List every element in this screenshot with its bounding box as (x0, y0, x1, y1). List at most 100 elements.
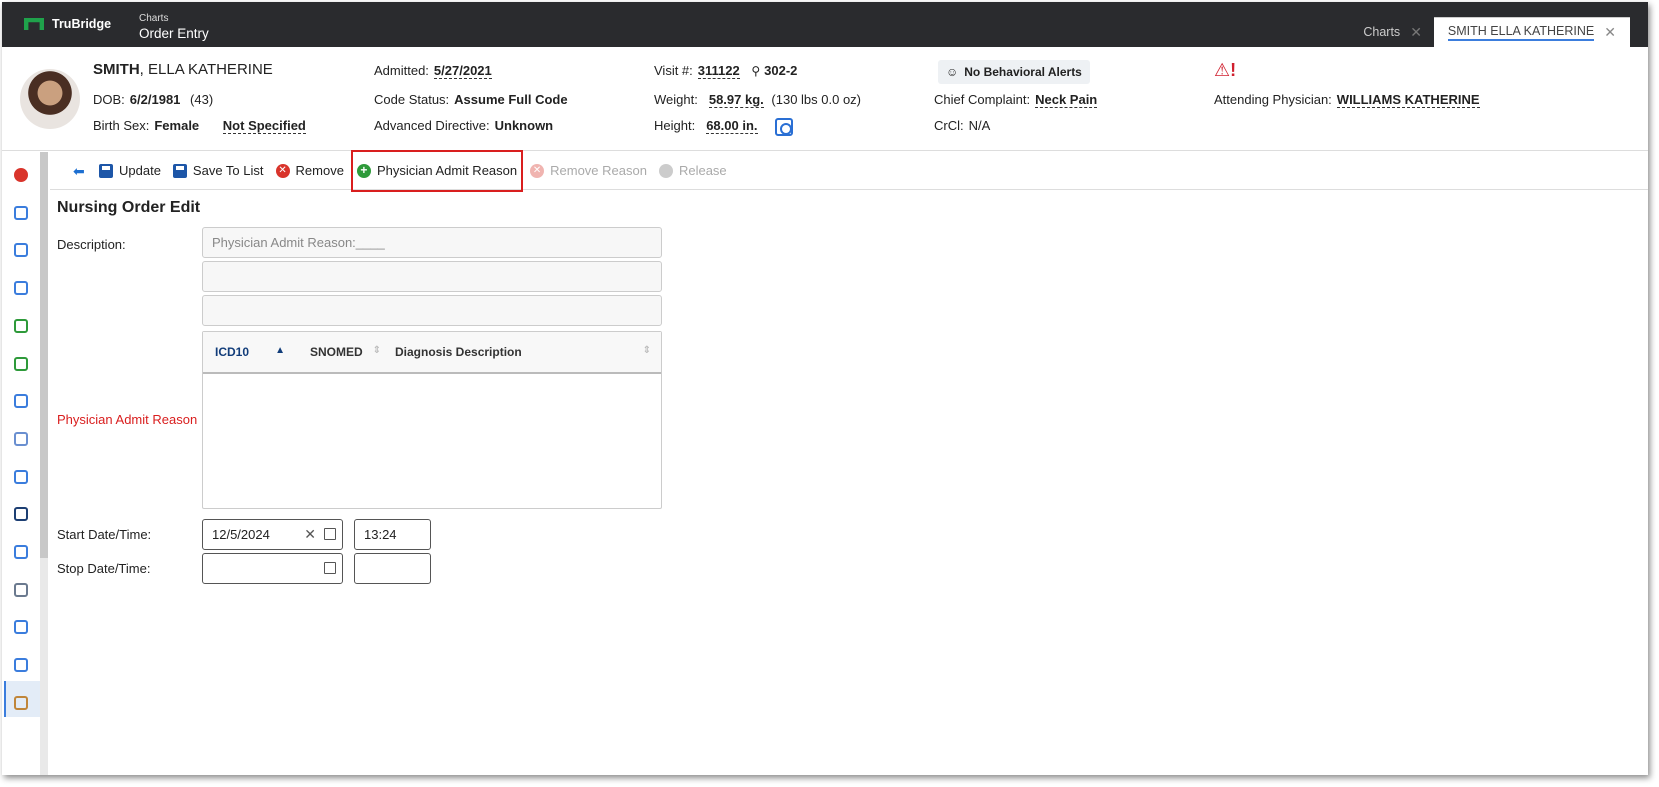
app-title: Charts Order Entry (139, 10, 209, 41)
attending-link[interactable]: WILLIAMS KATHERINE (1336, 92, 1480, 108)
report-icon[interactable] (14, 582, 28, 597)
birth-sex-value: Female (154, 118, 200, 133)
order-icon[interactable] (14, 695, 28, 710)
location-pin-icon: ⚲ (751, 64, 761, 78)
save-to-list-button[interactable]: Save To List (168, 157, 269, 185)
remove-reason-button[interactable]: ✕ Remove Reason (525, 157, 652, 185)
stop-date-input[interactable] (202, 553, 343, 584)
sort-ascending-icon: ▲ (275, 345, 285, 356)
behavioral-alerts-badge[interactable]: ☺ No Behavioral Alerts (938, 60, 1090, 84)
back-button[interactable]: ⬅ (68, 157, 92, 185)
lab-flask-icon[interactable] (14, 205, 28, 220)
update-button[interactable]: Update (94, 157, 166, 185)
tab-patient[interactable]: SMITH ELLA KATHERINE ✕ (1433, 17, 1630, 47)
column-snomed[interactable]: SNOMED ⇕ (299, 345, 395, 359)
description-line-2[interactable] (202, 261, 662, 292)
directive-value: Unknown (494, 118, 554, 133)
allergy-alert-icon[interactable]: ⚠! (1214, 60, 1240, 82)
dob-label: DOB: (93, 92, 125, 107)
palette-icon[interactable] (14, 318, 28, 333)
weight-link[interactable]: 58.97 kg. (708, 92, 764, 108)
attachment-icon[interactable] (14, 658, 28, 673)
sort-icon: ⇕ (372, 345, 381, 356)
column-icd10[interactable]: ICD10 ▲ (203, 345, 299, 359)
description-label: Description: (57, 237, 126, 252)
column-diagnosis-description[interactable]: Diagnosis Description ⇕ (395, 345, 661, 359)
admitted-label: Admitted: (374, 63, 429, 78)
tab-strip: Charts ✕ SMITH ELLA KATHERINE ✕ (1351, 17, 1630, 47)
vitals-icon[interactable] (14, 356, 28, 371)
remove-circle-icon: ✕ (275, 163, 290, 178)
calendar-icon[interactable] (324, 528, 336, 540)
description-line-1[interactable]: Physician Admit Reason:____ (202, 227, 662, 258)
crcl-value: N/A (968, 118, 991, 133)
alert-icon[interactable] (14, 168, 28, 182)
tab-charts-label: Charts (1363, 25, 1401, 39)
checklist-icon[interactable] (14, 243, 28, 258)
calendar-icon[interactable] (324, 562, 336, 574)
visit-label: Visit #: (654, 63, 693, 78)
height-link[interactable]: 68.00 in. (706, 118, 758, 135)
chart-icon[interactable] (14, 620, 28, 635)
crcl-label: CrCl: (934, 118, 964, 133)
start-datetime-label: Start Date/Time: (57, 527, 152, 542)
weight-label: Weight: (654, 92, 698, 107)
physician-admit-reason-button[interactable]: + Physician Admit Reason (350, 149, 524, 192)
visit-link[interactable]: 311122 (697, 63, 740, 79)
tab-charts[interactable]: Charts ✕ (1351, 17, 1434, 47)
document-icon[interactable] (14, 545, 28, 559)
form-title: Nursing Order Edit (57, 199, 201, 216)
close-icon[interactable]: ✕ (1410, 24, 1422, 41)
nurse-icon[interactable] (14, 469, 28, 484)
chief-complaint-link[interactable]: Neck Pain (1035, 92, 1098, 108)
clear-icon[interactable]: ✕ (304, 520, 316, 549)
notes-icon[interactable] (14, 394, 28, 409)
start-date-input[interactable]: 12/5/2024 ✕ (202, 519, 343, 550)
column-icd10-label: ICD10 (215, 345, 250, 359)
room-value: 302-2 (764, 63, 798, 78)
gender-link[interactable]: Not Specified (222, 118, 306, 134)
diagnosis-grid: ICD10 ▲ SNOMED ⇕ Diagnosis Description ⇕ (202, 331, 662, 509)
close-icon[interactable]: ✕ (1604, 24, 1616, 41)
floppy-disk-icon (172, 163, 187, 178)
sidebar-scrollbar[interactable] (40, 152, 48, 558)
patient-avatar (20, 69, 80, 129)
floppy-disk-icon (99, 163, 113, 178)
monitor-icon[interactable] (14, 507, 28, 522)
admitted-link[interactable]: 5/27/2021 (433, 63, 492, 79)
visit-field: Visit #: 311122 ⚲ 302-2 (654, 63, 798, 79)
start-time-input[interactable]: 13:24 (354, 519, 431, 550)
directive-field: Advanced Directive: Unknown (374, 118, 553, 133)
attending-field: Attending Physician: WILLIAMS KATHERINE (1214, 92, 1480, 108)
start-time-value: 13:24 (364, 527, 397, 542)
physician-admit-reason-label: Physician Admit Reason (376, 163, 518, 178)
dob-field: DOB: 6/2/1981 (43) (93, 92, 213, 107)
remove-label: Remove (295, 163, 344, 178)
left-sidebar (2, 152, 48, 775)
patient-name: SMITH, ELLA KATHERINE (93, 61, 273, 78)
trubridge-logo-icon (24, 18, 44, 30)
remove-button[interactable]: ✕ Remove (271, 157, 349, 185)
scale-icon[interactable] (775, 118, 794, 136)
description-line-3[interactable] (202, 295, 662, 326)
column-diagnosis-description-label: Diagnosis Description (395, 345, 522, 359)
directive-label: Advanced Directive: (374, 118, 490, 133)
application-window: TruBridge Charts Order Entry Charts ✕ SM… (2, 2, 1648, 775)
brand-logo[interactable]: TruBridge (24, 17, 111, 31)
stop-datetime-label: Stop Date/Time: (57, 561, 151, 576)
release-label: Release (678, 163, 727, 178)
syringe-icon[interactable] (14, 431, 28, 446)
stop-time-input[interactable] (354, 553, 431, 584)
start-date-value: 12/5/2024 (212, 527, 270, 542)
patient-last-name: SMITH (93, 61, 140, 78)
back-arrow-icon: ⬅ (73, 162, 85, 179)
code-status-label: Code Status: (374, 92, 450, 107)
top-bar: TruBridge Charts Order Entry Charts ✕ SM… (2, 2, 1648, 47)
height-field: Height: 68.00 in. (654, 118, 794, 136)
app-section-label: Charts (139, 13, 169, 24)
release-button[interactable]: Release (654, 157, 732, 185)
calendar-plus-icon[interactable] (14, 281, 28, 296)
remove-reason-label: Remove Reason (550, 163, 647, 178)
admitted-field: Admitted: 5/27/2021 (374, 63, 492, 79)
weight-field: Weight: 58.97 kg. (130 lbs 0.0 oz) (654, 92, 861, 108)
